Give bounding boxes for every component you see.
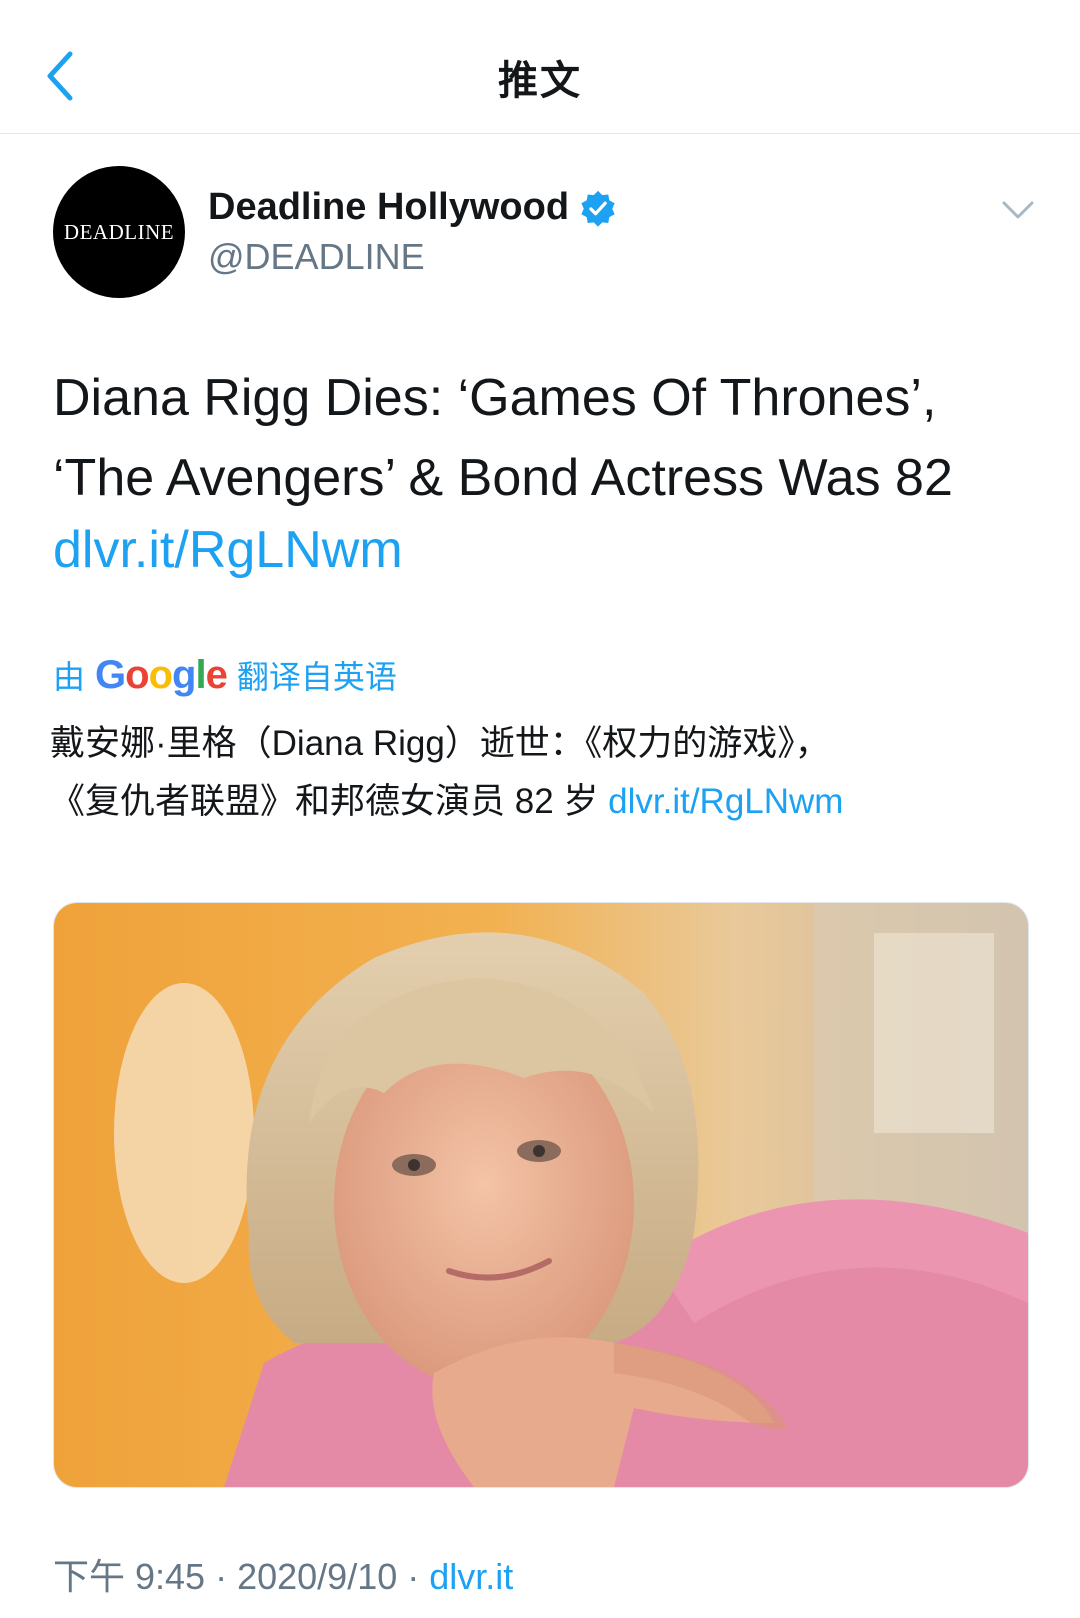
author-name-row: Deadline Hollywood <box>208 186 617 229</box>
avatar[interactable]: DEADLINE <box>53 166 185 298</box>
tweet-link[interactable]: dlvr.it/RgLNwm <box>53 520 403 580</box>
tweet-photo[interactable] <box>53 902 1029 1488</box>
translated-text: 戴安娜·里格（Diana Rigg）逝世：《权力的游戏》， 《复仇者联盟》和邦德… <box>50 715 1050 831</box>
tweet-text-line: Diana Rigg Dies: ‘Games Of Thrones’, <box>53 369 937 427</box>
tweet-source-link[interactable]: dlvr.it <box>429 1556 513 1597</box>
translated-text-line-2: 《复仇者联盟》和邦德女演员 82 岁 dlvr.it/RgLNwm <box>50 773 1050 831</box>
tweet-meta: 下午 9:45 · 2020/9/10 · dlvr.it <box>53 1548 513 1600</box>
translation-suffix: 翻译自英语 <box>236 659 397 695</box>
tweet-text-line: ‘The Avengers’ & Bond Actress Was 82 <box>53 449 953 507</box>
navigation-bar: 推文 <box>0 0 1080 134</box>
translated-link[interactable]: dlvr.it/RgLNwm <box>608 782 843 821</box>
author-display-name[interactable]: Deadline Hollywood <box>208 186 569 229</box>
meta-separator: · <box>397 1556 430 1597</box>
page-title: 推文 <box>498 59 582 103</box>
meta-separator: · <box>205 1556 238 1597</box>
caret-down-icon <box>1002 201 1034 219</box>
translation-attribution[interactable]: 由 Google 翻译自英语 <box>53 652 397 698</box>
tweet-date: 2020/9/10 <box>237 1556 398 1597</box>
author-handle[interactable]: @DEADLINE <box>208 236 425 278</box>
translated-text-line: 戴安娜·里格（Diana Rigg）逝世：《权力的游戏》， <box>50 724 830 763</box>
google-logo: Google <box>95 652 228 697</box>
translation-prefix: 由 <box>53 659 86 695</box>
tweet-time: 下午 9:45 <box>53 1556 206 1597</box>
avatar-text: DEADLINE <box>63 219 175 244</box>
portrait-photo <box>54 903 1028 1487</box>
tweet-text: Diana Rigg Dies: ‘Games Of Thrones’, ‘Th… <box>53 358 1043 518</box>
tweet-options-button[interactable] <box>1000 198 1036 222</box>
verified-badge-icon <box>581 190 615 227</box>
translated-text-segment: 《复仇者联盟》和邦德女演员 82 岁 <box>50 782 599 821</box>
